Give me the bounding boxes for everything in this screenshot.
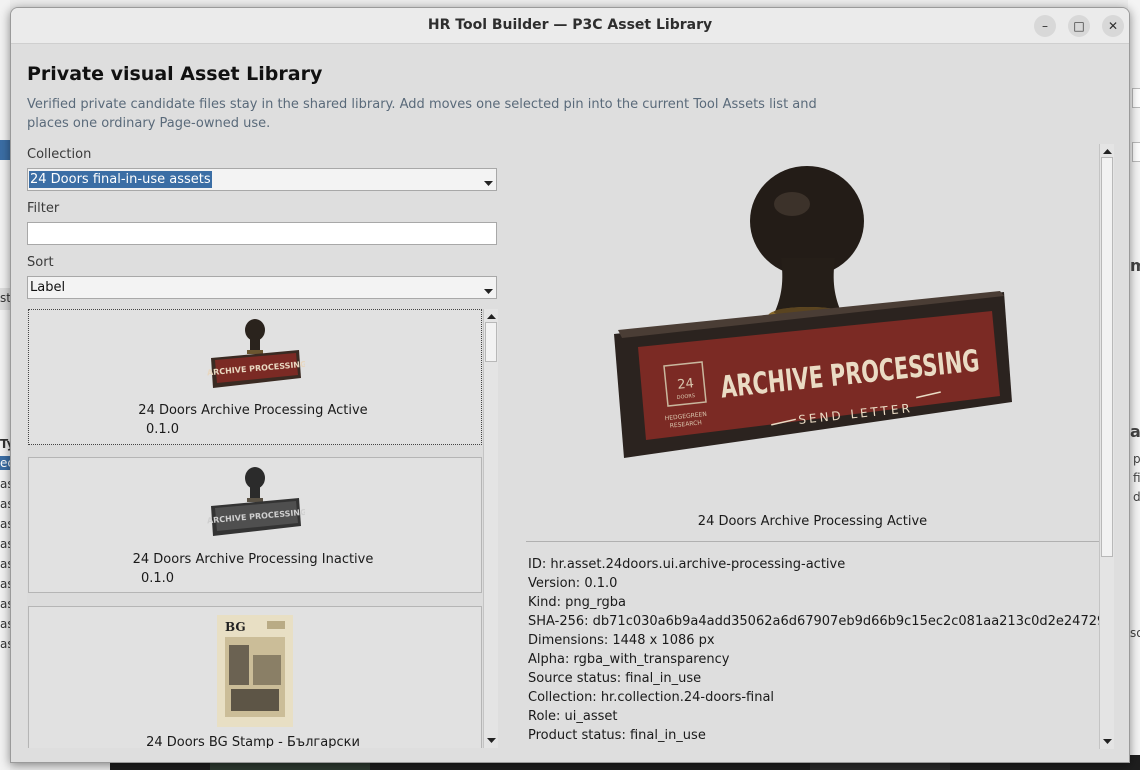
asset-library-dialog: HR Tool Builder — P3C Asset Library – □ … (10, 7, 1130, 763)
asset-list[interactable]: ARCHIVE PROCESSING 24 Doors Archive Proc… (27, 309, 498, 748)
sort-select[interactable]: Label (27, 276, 497, 299)
minimize-icon: – (1042, 19, 1048, 33)
detail-source-status: Source status: final_in_use (528, 671, 702, 686)
background-text-fragment: d (1133, 490, 1140, 504)
background-text-fragment: as (0, 577, 10, 591)
background-text-fragment: m (1130, 256, 1140, 275)
detail-product-status: Product status: final_in_use (528, 728, 706, 743)
asset-card-label: 24 Doors Archive Processing Active (138, 403, 368, 418)
asset-list-scrollbar[interactable] (483, 309, 498, 748)
collection-select-value: 24 Doors final-in-use assets (29, 171, 212, 188)
filter-input[interactable] (27, 222, 497, 245)
background-text-fragment: as (0, 557, 10, 571)
maximize-icon: □ (1073, 19, 1085, 33)
background-text-fragment: Ty (0, 437, 10, 451)
detail-alpha: Alpha: rgba_with_transparency (528, 652, 730, 667)
background-text-fragment: p (1133, 452, 1140, 466)
svg-text:BG: BG (225, 620, 246, 634)
background-text-fragment: so (1130, 626, 1140, 640)
background-text-fragment: as (0, 597, 10, 611)
preview-caption: 24 Doors Archive Processing Active (697, 514, 928, 529)
background-text-fragment: as (0, 497, 10, 511)
asset-card-version: 0.1.0 (141, 571, 175, 586)
asset-details: ID: hr.asset.24doors.ui.archive-processi… (528, 555, 1110, 745)
sort-label: Sort (27, 255, 54, 270)
detail-collection: Collection: hr.collection.24-doors-final (528, 690, 775, 705)
background-text-fragment: as (0, 517, 10, 531)
background-input (1132, 88, 1140, 108)
chevron-down-icon[interactable] (481, 170, 495, 189)
background-input (1132, 142, 1140, 162)
scroll-up-arrow-icon[interactable] (484, 310, 498, 322)
filter-label: Filter (27, 201, 60, 216)
scroll-up-arrow-icon[interactable] (1100, 145, 1114, 157)
window-title: HR Tool Builder — P3C Asset Library (427, 17, 713, 33)
asset-card-archive-processing-active[interactable]: ARCHIVE PROCESSING 24 Doors Archive Proc… (28, 309, 482, 445)
background-text-fragment: as (0, 617, 10, 631)
collection-select[interactable]: 24 Doors final-in-use assets (27, 168, 497, 191)
scroll-down-arrow-icon[interactable] (1100, 736, 1114, 748)
detail-dimensions: Dimensions: 1448 x 1086 px (528, 633, 715, 648)
asset-card-label: 24 Doors BG Stamp - Български (146, 735, 360, 748)
collection-label: Collection (27, 147, 92, 162)
page-title: Private visual Asset Library (27, 63, 323, 85)
asset-list-scrollbar-thumb[interactable] (485, 322, 497, 362)
svg-text:24: 24 (677, 376, 695, 393)
minimize-button[interactable]: – (1034, 15, 1056, 37)
background-selected-row (0, 140, 10, 160)
background-text-fragment: as (0, 477, 10, 491)
detail-id: ID: hr.asset.24doors.ui.archive-processi… (528, 557, 846, 572)
scroll-down-arrow-icon[interactable] (484, 735, 498, 747)
asset-card-archive-processing-inactive[interactable]: ARCHIVE PROCESSING 24 Doors Archive Proc… (28, 457, 482, 593)
detail-version: Version: 0.1.0 (528, 576, 618, 591)
dialog-description: Verified private candidate files stay in… (27, 97, 817, 131)
detail-role: Role: ui_asset (528, 709, 618, 724)
details-scrollbar-thumb[interactable] (1101, 157, 1113, 557)
sort-select-value: Label (30, 280, 66, 295)
detail-kind: Kind: png_rgba (528, 595, 626, 610)
details-divider (526, 541, 1099, 542)
title-bar[interactable]: HR Tool Builder — P3C Asset Library – □ … (11, 8, 1129, 44)
asset-card-bg-stamp[interactable]: BG 24 Doors BG Stamp - Български (28, 606, 482, 748)
maximize-button[interactable]: □ (1068, 15, 1090, 37)
details-scrollbar[interactable] (1099, 144, 1114, 749)
background-text-fragment: fi (1133, 471, 1140, 485)
close-button[interactable]: ✕ (1102, 15, 1124, 37)
asset-thumbnail: ARCHIVE PROCESSING (29, 318, 481, 392)
background-left-panel (0, 0, 10, 770)
chevron-down-icon[interactable] (481, 278, 495, 297)
background-text-fragment: ar (1130, 422, 1140, 441)
asset-thumbnail: ARCHIVE PROCESSING (29, 466, 481, 540)
background-text-fragment: as (0, 537, 10, 551)
detail-sha256: SHA-256: db71c030a6b9a4add35062a6d67907e… (528, 614, 1110, 629)
background-text-fragment: as (0, 637, 10, 651)
background-text-fragment: st (0, 291, 10, 305)
asset-card-label: 24 Doors Archive Processing Inactive (132, 552, 374, 567)
asset-card-version: 0.1.0 (146, 422, 180, 437)
close-icon: ✕ (1107, 19, 1119, 33)
asset-thumbnail: BG (29, 615, 481, 727)
background-text-fragment: ec (0, 456, 10, 470)
asset-preview-image: 24 DOORS HEDGEGREEN RESEARCH ARCHIVE PRO… (526, 146, 1099, 548)
